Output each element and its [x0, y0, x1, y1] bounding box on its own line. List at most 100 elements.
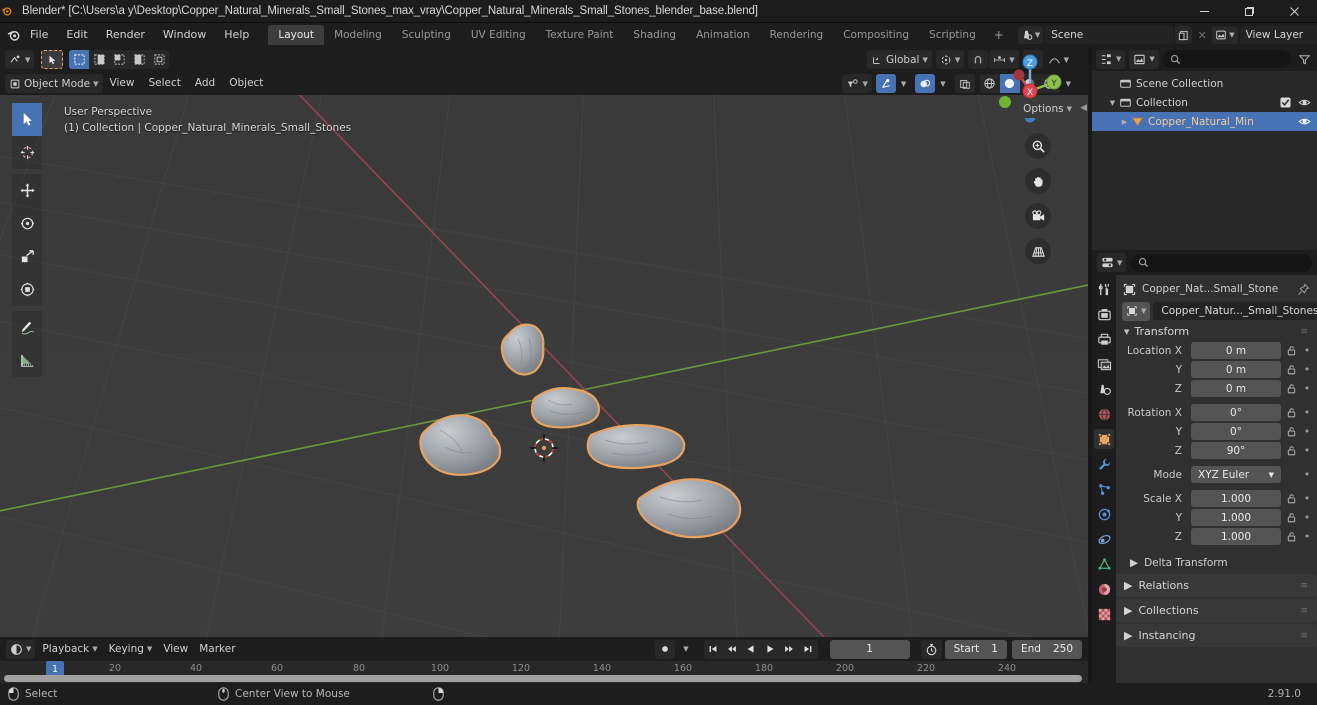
- outliner-display-mode-dropdown[interactable]: ▼: [1129, 49, 1159, 69]
- jump-end-icon[interactable]: [799, 640, 818, 659]
- cursor-tool[interactable]: [12, 136, 42, 169]
- eye-icon[interactable]: [1298, 96, 1311, 109]
- object-browse-icon[interactable]: ▼: [1122, 301, 1151, 321]
- workspace-tab-sculpting[interactable]: Sculpting: [392, 25, 461, 45]
- menu-edit[interactable]: Edit: [57, 23, 96, 47]
- workspace-tab-compositing[interactable]: Compositing: [833, 25, 919, 45]
- lock-icon[interactable]: [1284, 445, 1298, 456]
- workspace-tab-texture-paint[interactable]: Texture Paint: [536, 25, 624, 45]
- object-mode-dropdown[interactable]: Object Mode ▼: [5, 74, 103, 93]
- menu-help[interactable]: Help: [215, 23, 258, 47]
- overlays-toggle[interactable]: [915, 74, 936, 93]
- scene-cone-icon[interactable]: [1094, 379, 1114, 399]
- timeline-menu-keying[interactable]: Keying ▼: [105, 640, 157, 659]
- timeline-horizontal-scrollbar[interactable]: [4, 675, 1082, 682]
- tweak-select-tool[interactable]: [12, 103, 42, 136]
- transform-tool[interactable]: [12, 273, 42, 306]
- eye-icon[interactable]: [1298, 115, 1311, 128]
- timeline-ruler[interactable]: 1 20 40 60 80 100 120 140 160 180 200 22…: [0, 661, 1088, 683]
- visibility-dropdown[interactable]: ▼: [842, 74, 872, 93]
- animate-property-icon[interactable]: •: [1301, 363, 1313, 376]
- minimize-icon[interactable]: [1182, 0, 1227, 23]
- current-frame-field[interactable]: 1: [829, 639, 910, 659]
- workspace-tab-layout[interactable]: Layout: [268, 25, 325, 45]
- snap-magnet-icon[interactable]: [968, 50, 989, 69]
- menu-file[interactable]: File: [21, 23, 57, 47]
- scale-z-field[interactable]: 1.000: [1191, 528, 1281, 545]
- animate-property-icon[interactable]: •: [1301, 511, 1313, 524]
- location-z-field[interactable]: 0 m: [1191, 380, 1281, 397]
- camera-back-icon[interactable]: [1094, 304, 1114, 324]
- tool-icon[interactable]: [1094, 279, 1114, 299]
- blender-logo-icon[interactable]: [6, 28, 21, 43]
- physics-orbit-icon[interactable]: [1094, 504, 1114, 524]
- select-invert-icon[interactable]: [129, 50, 149, 69]
- pan-hand-icon[interactable]: [1025, 168, 1051, 194]
- prev-keyframe-icon[interactable]: [723, 640, 742, 659]
- timeline-menu-playback[interactable]: Playback ▼: [38, 640, 101, 659]
- workspace-tab-scripting[interactable]: Scripting: [919, 25, 986, 45]
- animate-property-icon[interactable]: •: [1301, 382, 1313, 395]
- filter-icon[interactable]: [1295, 53, 1313, 66]
- overlays-dropdown[interactable]: ▼: [936, 74, 949, 93]
- animate-property-icon[interactable]: •: [1301, 406, 1313, 419]
- lock-icon[interactable]: [1284, 407, 1298, 418]
- scene-name-field[interactable]: Scene: [1045, 26, 1174, 44]
- tweak-mode-icon[interactable]: [41, 50, 64, 69]
- workspace-tab-rendering[interactable]: Rendering: [760, 25, 834, 45]
- perspective-grid-icon[interactable]: [1025, 238, 1051, 264]
- world-globe-icon[interactable]: [1094, 404, 1114, 424]
- outliner-row-scene-collection[interactable]: Scene Collection: [1092, 74, 1317, 93]
- workspace-tab-uv-editing[interactable]: UV Editing: [461, 25, 536, 45]
- mesh-data-triangle-icon[interactable]: [1094, 554, 1114, 574]
- next-keyframe-icon[interactable]: [780, 640, 799, 659]
- timeline-menu-view[interactable]: View: [159, 640, 192, 659]
- keying-set-dropdown[interactable]: ▼: [679, 640, 692, 659]
- scale-x-field[interactable]: 1.000: [1191, 490, 1281, 507]
- pivot-point-dropdown[interactable]: ▼: [935, 50, 965, 69]
- editor-type-icon[interactable]: ▼: [5, 50, 35, 69]
- play-reverse-icon[interactable]: [742, 640, 761, 659]
- texture-checker-icon[interactable]: [1094, 604, 1114, 624]
- material-sphere-icon[interactable]: [1094, 579, 1114, 599]
- viewport-menu-select[interactable]: Select: [141, 74, 187, 93]
- remove-scene-icon[interactable]: ✕: [1194, 26, 1210, 44]
- menu-render[interactable]: Render: [97, 23, 154, 47]
- viewport-sidebar-toggle-icon[interactable]: ◀: [1080, 103, 1087, 113]
- viewport-options-button[interactable]: Options ▼: [1019, 99, 1076, 118]
- delta-transform-subpanel[interactable]: ▶ Delta Transform: [1116, 553, 1317, 572]
- timeline-editor-type-icon[interactable]: ▼: [6, 639, 36, 659]
- pin-icon[interactable]: [1297, 282, 1310, 296]
- view-layer-name-field[interactable]: View Layer: [1239, 26, 1317, 44]
- images-icon[interactable]: [1094, 354, 1114, 374]
- lock-icon[interactable]: [1284, 426, 1298, 437]
- camera-icon[interactable]: [1025, 203, 1051, 229]
- add-workspace-button[interactable]: +: [986, 28, 1012, 42]
- viewport-canvas[interactable]: [0, 95, 1088, 637]
- view-layer-browse-icon[interactable]: ▼: [1212, 26, 1238, 44]
- animate-property-icon[interactable]: •: [1301, 344, 1313, 357]
- annotate-tool[interactable]: [12, 311, 42, 344]
- lock-icon[interactable]: [1284, 531, 1298, 542]
- close-icon[interactable]: [1272, 0, 1317, 23]
- measure-tool[interactable]: [12, 344, 42, 377]
- viewport-menu-view[interactable]: View: [103, 74, 142, 93]
- animate-property-icon[interactable]: •: [1301, 530, 1313, 543]
- lock-icon[interactable]: [1284, 364, 1298, 375]
- workspace-tab-animation[interactable]: Animation: [686, 25, 760, 45]
- gizmo-dropdown[interactable]: ▼: [897, 74, 910, 93]
- rotation-mode-dropdown[interactable]: XYZ Euler ▼: [1191, 466, 1281, 483]
- gizmo-toggle[interactable]: [875, 74, 896, 93]
- outliner-row-object[interactable]: ▶ Copper_Natural_Min: [1092, 112, 1317, 131]
- maximize-icon[interactable]: [1227, 0, 1272, 23]
- stopwatch-icon[interactable]: [920, 639, 942, 659]
- location-y-field[interactable]: 0 m: [1191, 361, 1281, 378]
- select-subtract-icon[interactable]: [109, 50, 129, 69]
- xray-toggle[interactable]: [954, 74, 975, 93]
- scale-tool[interactable]: [12, 240, 42, 273]
- lock-icon[interactable]: [1284, 512, 1298, 523]
- viewport-menu-object[interactable]: Object: [222, 74, 270, 93]
- viewport-menu-add[interactable]: Add: [188, 74, 222, 93]
- rotation-z-field[interactable]: 90°: [1191, 442, 1281, 459]
- move-tool[interactable]: [12, 174, 42, 207]
